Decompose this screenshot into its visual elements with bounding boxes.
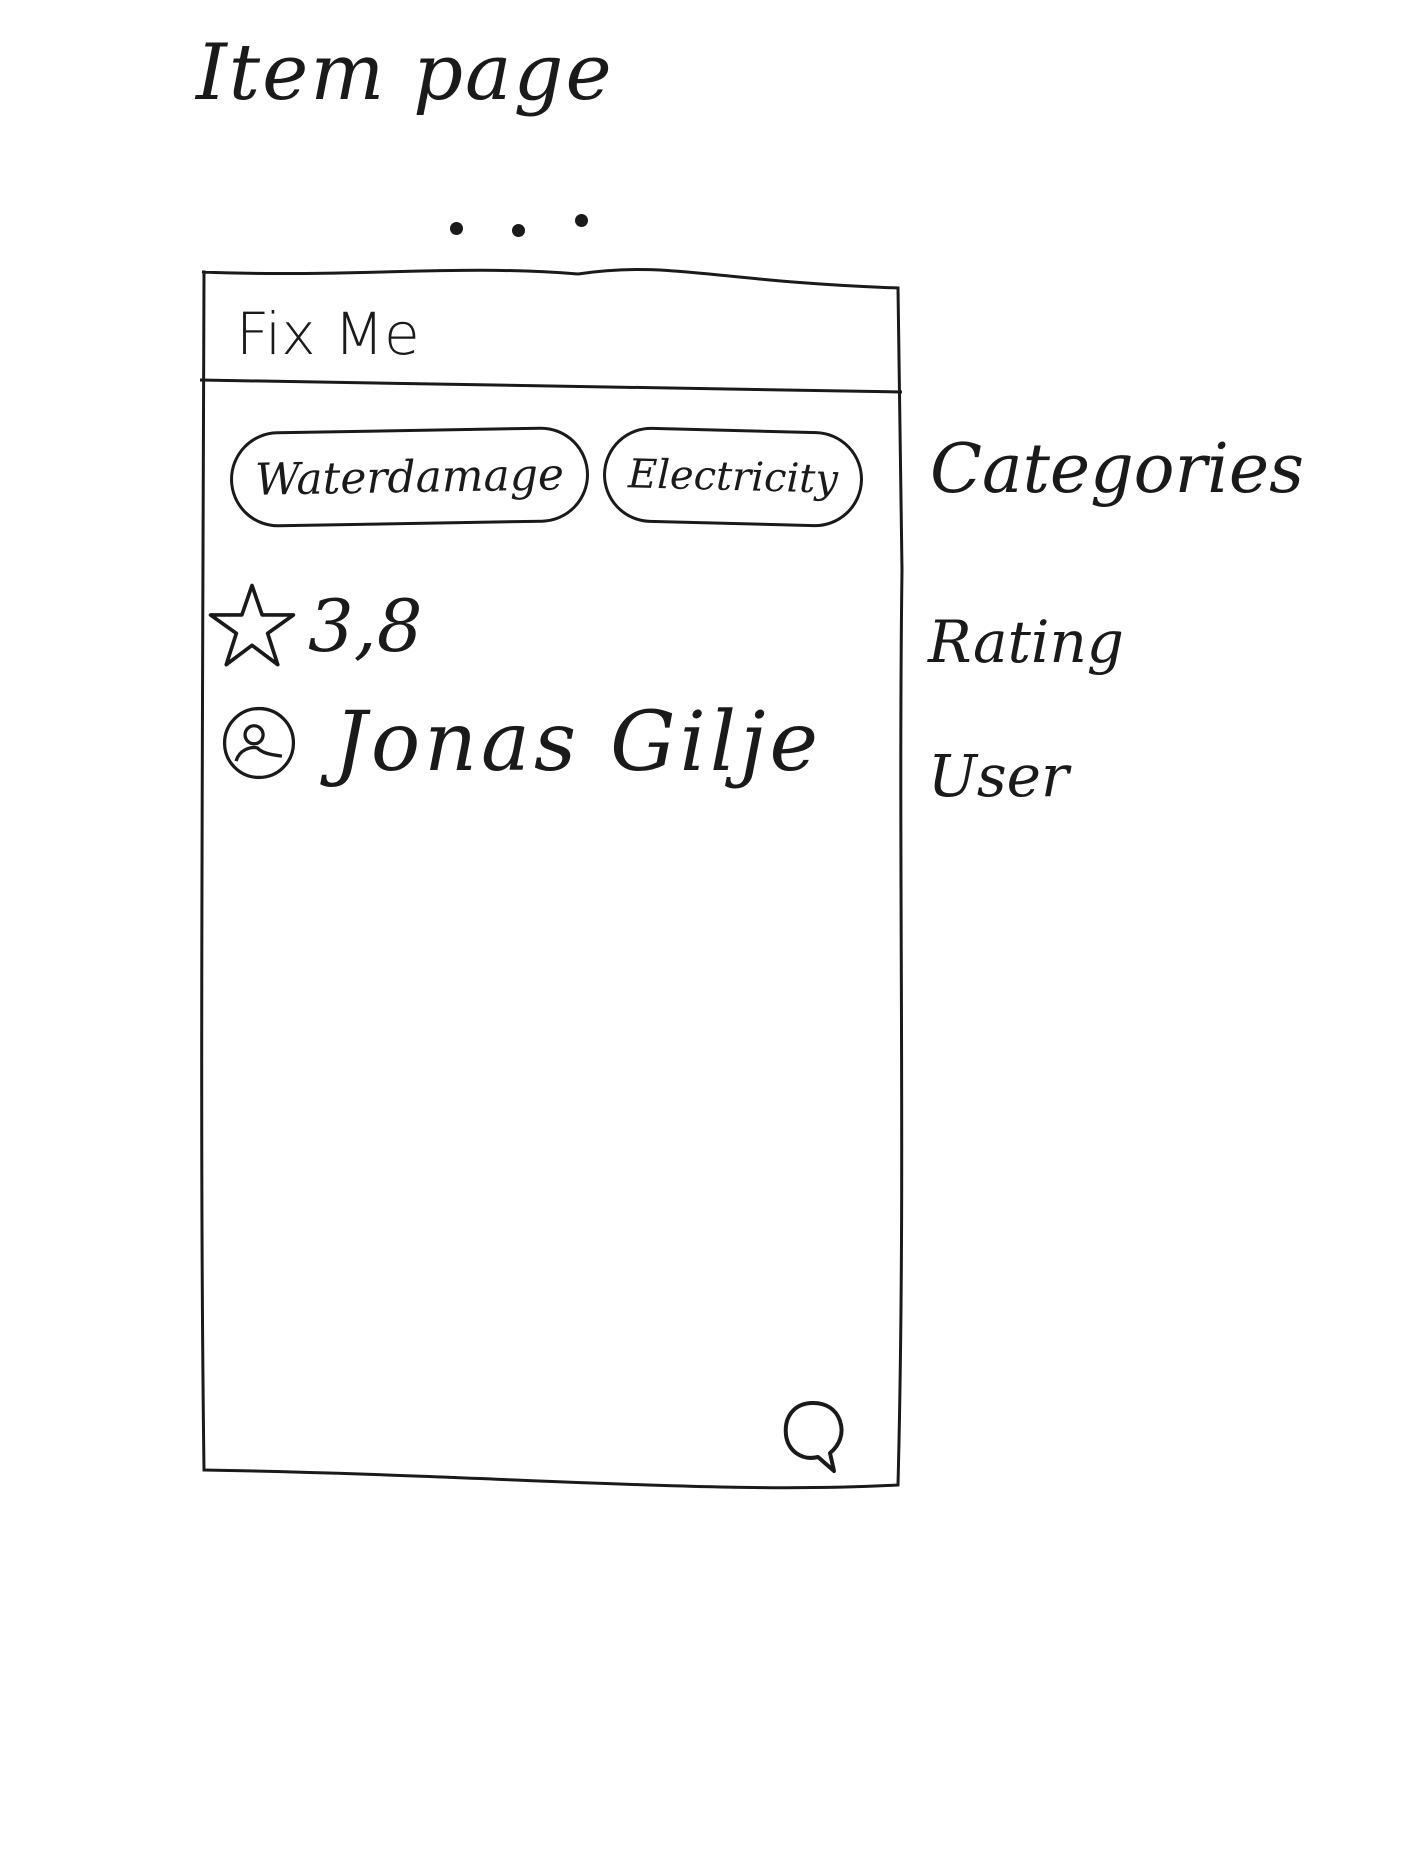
ellipsis-more-icon: [440, 210, 610, 240]
rating-row: 3,8: [206, 580, 423, 672]
chat-button[interactable]: [778, 1395, 848, 1475]
category-chip-waterdamage[interactable]: Waterdamage: [229, 425, 590, 529]
annotation-user: User: [928, 742, 1069, 810]
category-chip-electricity[interactable]: Electricity: [601, 425, 865, 529]
app-header: Fix Me: [198, 270, 906, 388]
star-icon: [208, 583, 296, 667]
phone-frame: Fix Me Waterdamage Electricity 3,8 Jonas…: [198, 267, 906, 1495]
user-name: Jonas Gilje: [334, 695, 822, 790]
annotation-categories: Categories: [930, 430, 1304, 509]
category-chip-list: Waterdamage Electricity: [229, 422, 865, 532]
rating-value: 3,8: [308, 584, 423, 668]
category-chip-label: Waterdamage: [254, 448, 565, 506]
annotation-rating: Rating: [928, 608, 1124, 676]
avatar-icon: [222, 706, 296, 779]
category-chip-label: Electricity: [627, 451, 839, 503]
user-row[interactable]: Jonas Gilje: [218, 695, 822, 790]
app-title: Fix Me: [236, 300, 420, 368]
chat-bubble-icon: [783, 1401, 844, 1473]
sheet-title: Item page: [196, 28, 614, 118]
